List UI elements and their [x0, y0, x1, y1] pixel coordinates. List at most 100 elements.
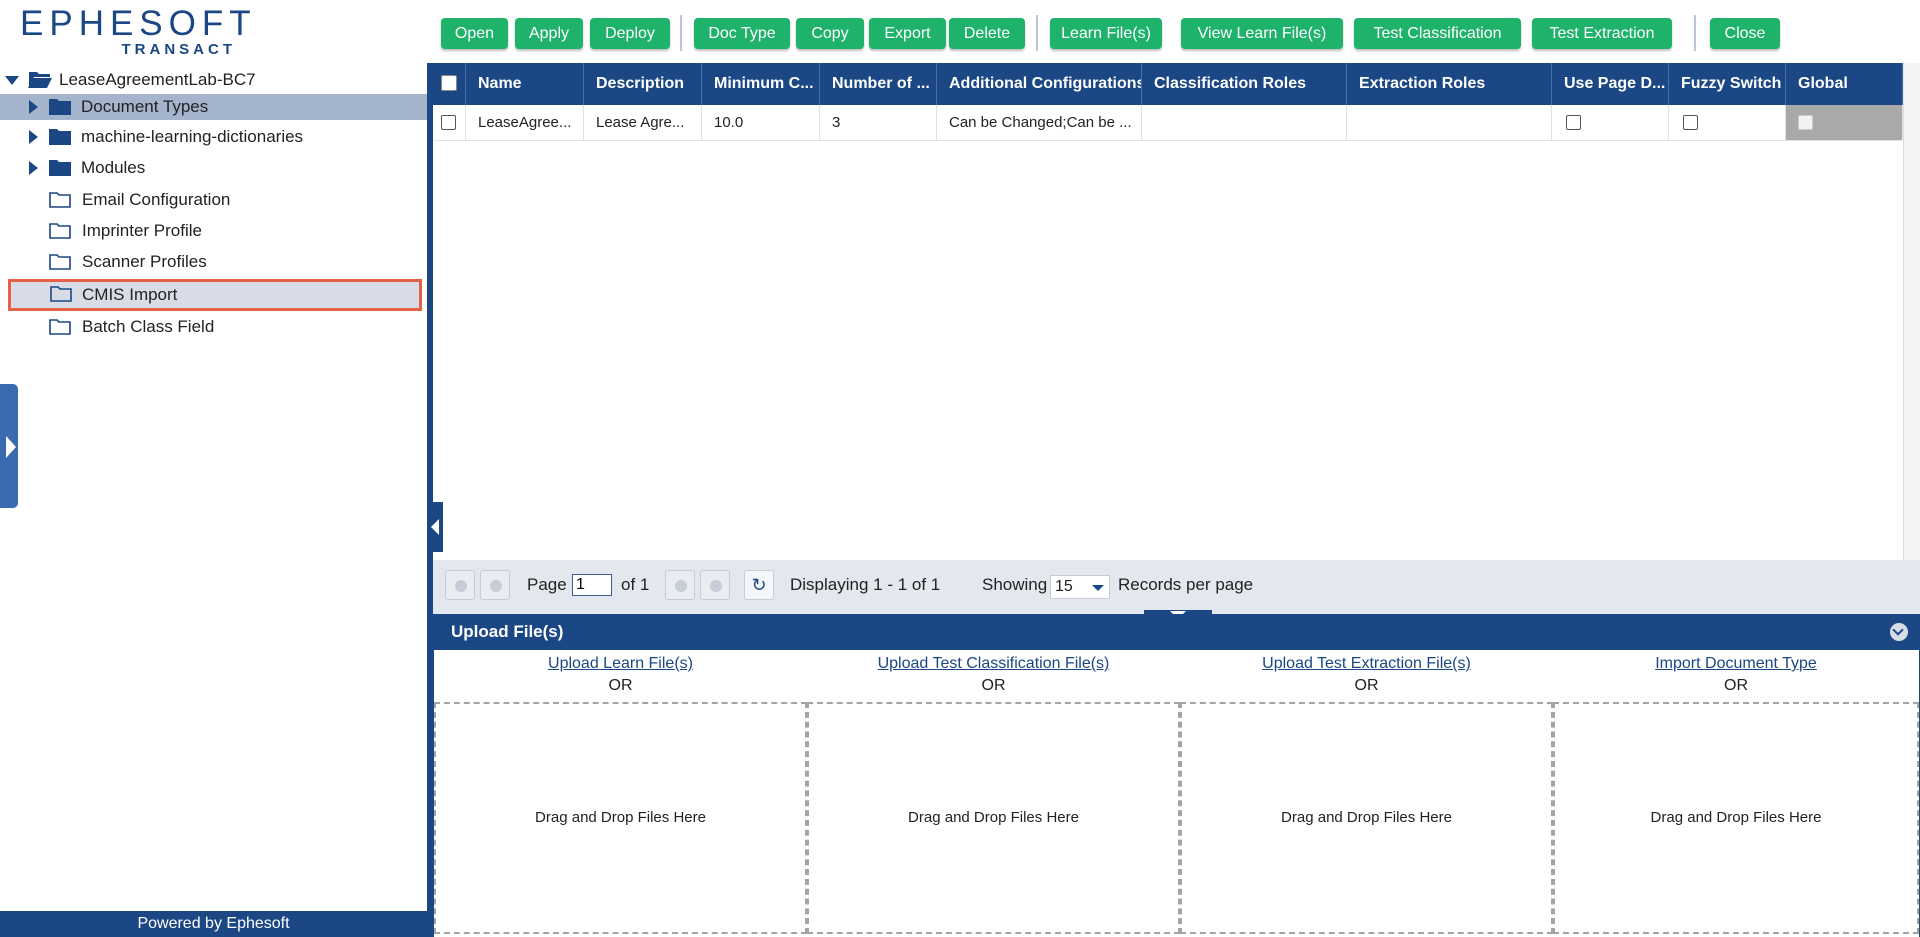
tree-item-label: machine-learning-dictionaries [81, 127, 304, 146]
column-header-extraction-roles[interactable]: Extraction Roles [1347, 63, 1552, 105]
test-extraction-button[interactable]: Test Extraction [1532, 18, 1672, 49]
or-label: OR [1724, 677, 1748, 694]
next-page-button[interactable] [665, 570, 695, 600]
grid-pager: Page of 1 ↻ Displaying 1 - 1 of 1 Showin… [433, 560, 1920, 610]
test-extraction-drop-zone[interactable]: Drag and Drop Files Here [1180, 702, 1553, 934]
tree-item-label: Document Types [81, 97, 209, 116]
row-select-cell[interactable] [433, 105, 466, 141]
deploy-button[interactable]: Deploy [590, 18, 670, 49]
cell-use-page-d[interactable] [1552, 105, 1669, 141]
tree-item-modules[interactable]: Modules [0, 155, 427, 181]
grid-vertical-scrollbar[interactable] [1903, 63, 1920, 560]
tree-item-imprinter-profile[interactable]: Imprinter Profile [0, 218, 427, 244]
tree-item-scanner-profiles[interactable]: Scanner Profiles [0, 249, 427, 275]
column-header-minimum-confidence[interactable]: Minimum C... [702, 63, 820, 105]
page-number-input[interactable] [572, 574, 612, 596]
cell-additional-configurations[interactable]: Can be Changed;Can be ... [937, 105, 1142, 141]
copy-button[interactable]: Copy [796, 18, 864, 49]
column-header-global[interactable]: Global [1786, 63, 1903, 105]
select-all-cell[interactable] [433, 63, 466, 105]
use-page-checkbox[interactable] [1566, 115, 1581, 130]
column-header-classification-roles[interactable]: Classification Roles [1142, 63, 1347, 105]
upload-panel-title: Upload File(s) [451, 622, 564, 641]
select-all-checkbox[interactable] [441, 75, 457, 91]
or-label: OR [981, 677, 1006, 694]
tree-item-document-types[interactable]: Document Types [0, 94, 427, 120]
tree-item-cmis-import[interactable]: CMIS Import [8, 279, 422, 311]
tree-item-batch-class-field[interactable]: Batch Class Field [0, 314, 427, 340]
upload-learn-column: Upload Learn File(s) OR Drag and Drop Fi… [434, 650, 807, 937]
collapse-upload-panel-button[interactable] [1890, 623, 1908, 641]
folder-outline-icon [49, 192, 71, 208]
last-page-button[interactable] [700, 570, 730, 600]
column-header-description[interactable]: Description [584, 63, 702, 105]
folder-outline-icon [50, 286, 72, 302]
upload-learn-files-link[interactable]: Upload Learn File(s) [434, 653, 807, 675]
cell-number-of[interactable]: 3 [820, 105, 937, 141]
or-label: OR [608, 677, 633, 694]
open-folder-icon [28, 72, 52, 88]
records-per-page-select[interactable]: 15 [1050, 575, 1110, 599]
cell-minimum-confidence[interactable]: 10.0 [702, 105, 820, 141]
cell-extraction-roles[interactable] [1347, 105, 1552, 141]
test-classification-drop-zone[interactable]: Drag and Drop Files Here [807, 702, 1180, 934]
doc-type-button[interactable]: Doc Type [694, 18, 790, 49]
row-checkbox[interactable] [441, 115, 456, 130]
toolbar-separator [1694, 15, 1696, 51]
records-per-page-label: Records per page [1118, 575, 1254, 594]
test-classification-button[interactable]: Test Classification [1354, 18, 1521, 49]
caret-right-icon[interactable] [29, 100, 38, 114]
caret-down-icon[interactable] [5, 76, 19, 85]
cell-fuzzy-switch[interactable] [1669, 105, 1786, 141]
column-header-additional-configurations[interactable]: Additional Configurations [937, 63, 1142, 105]
logo-subtitle: TRANSACT [121, 41, 236, 58]
displaying-status: Displaying 1 - 1 of 1 [790, 575, 941, 594]
tree-root[interactable]: LeaseAgreementLab-BC7 [0, 67, 427, 93]
showing-label: Showing [982, 575, 1048, 594]
upload-panel-header: Upload File(s) [433, 614, 1920, 650]
refresh-button[interactable]: ↻ [744, 570, 774, 600]
folder-icon [49, 129, 71, 145]
previous-page-button[interactable] [480, 570, 510, 600]
toolbar-separator [680, 15, 682, 51]
or-label: OR [1354, 677, 1379, 694]
column-header-use-page-d[interactable]: Use Page D... [1552, 63, 1669, 105]
tree-item-machine-learning-dictionaries[interactable]: machine-learning-dictionaries [0, 124, 427, 150]
learn-files-button[interactable]: Learn File(s) [1050, 18, 1162, 49]
export-button[interactable]: Export [869, 18, 946, 49]
import-document-type-link[interactable]: Import Document Type [1553, 653, 1919, 675]
learn-files-drop-zone[interactable]: Drag and Drop Files Here [434, 702, 807, 934]
upload-test-classification-link[interactable]: Upload Test Classification File(s) [807, 653, 1180, 675]
cell-name[interactable]: LeaseAgree... [466, 105, 584, 141]
folder-outline-icon [49, 254, 71, 270]
left-navigation-pane: EPHESOFT TRANSACT LeaseAgreementLab-BC7 … [0, 0, 427, 937]
cell-classification-roles[interactable] [1142, 105, 1347, 141]
apply-button[interactable]: Apply [515, 18, 583, 49]
collapse-left-pane-button[interactable] [427, 502, 443, 552]
chevron-down-icon [1892, 624, 1904, 636]
global-checkbox-disabled [1798, 115, 1813, 130]
tree-item-email-configuration[interactable]: Email Configuration [0, 187, 427, 213]
cell-global [1786, 105, 1903, 141]
expand-side-panel-button[interactable] [0, 384, 18, 508]
fuzzy-switch-checkbox[interactable] [1683, 115, 1698, 130]
logo-wordmark: EPHESOFT [20, 4, 257, 43]
close-button[interactable]: Close [1710, 18, 1780, 49]
caret-right-icon[interactable] [29, 161, 38, 175]
column-header-number-of[interactable]: Number of ... [820, 63, 937, 105]
upload-test-extraction-link[interactable]: Upload Test Extraction File(s) [1180, 653, 1553, 675]
cell-description[interactable]: Lease Agre... [584, 105, 702, 141]
column-header-fuzzy-switch[interactable]: Fuzzy Switch [1669, 63, 1786, 105]
column-header-name[interactable]: Name [466, 63, 584, 105]
open-button[interactable]: Open [441, 18, 508, 49]
first-page-button[interactable] [445, 570, 475, 600]
page-of-label: of 1 [621, 575, 650, 594]
delete-button[interactable]: Delete [949, 18, 1025, 49]
import-document-type-drop-zone[interactable]: Drag and Drop Files Here [1553, 702, 1919, 934]
view-learn-files-button[interactable]: View Learn File(s) [1181, 18, 1343, 49]
import-document-type-column: Import Document Type OR Drag and Drop Fi… [1553, 650, 1919, 937]
tree-root-label: LeaseAgreementLab-BC7 [59, 70, 256, 89]
table-row[interactable]: LeaseAgree... Lease Agre... 10.0 3 Can b… [433, 105, 1903, 141]
last-page-icon [710, 580, 722, 592]
caret-right-icon[interactable] [29, 130, 38, 144]
